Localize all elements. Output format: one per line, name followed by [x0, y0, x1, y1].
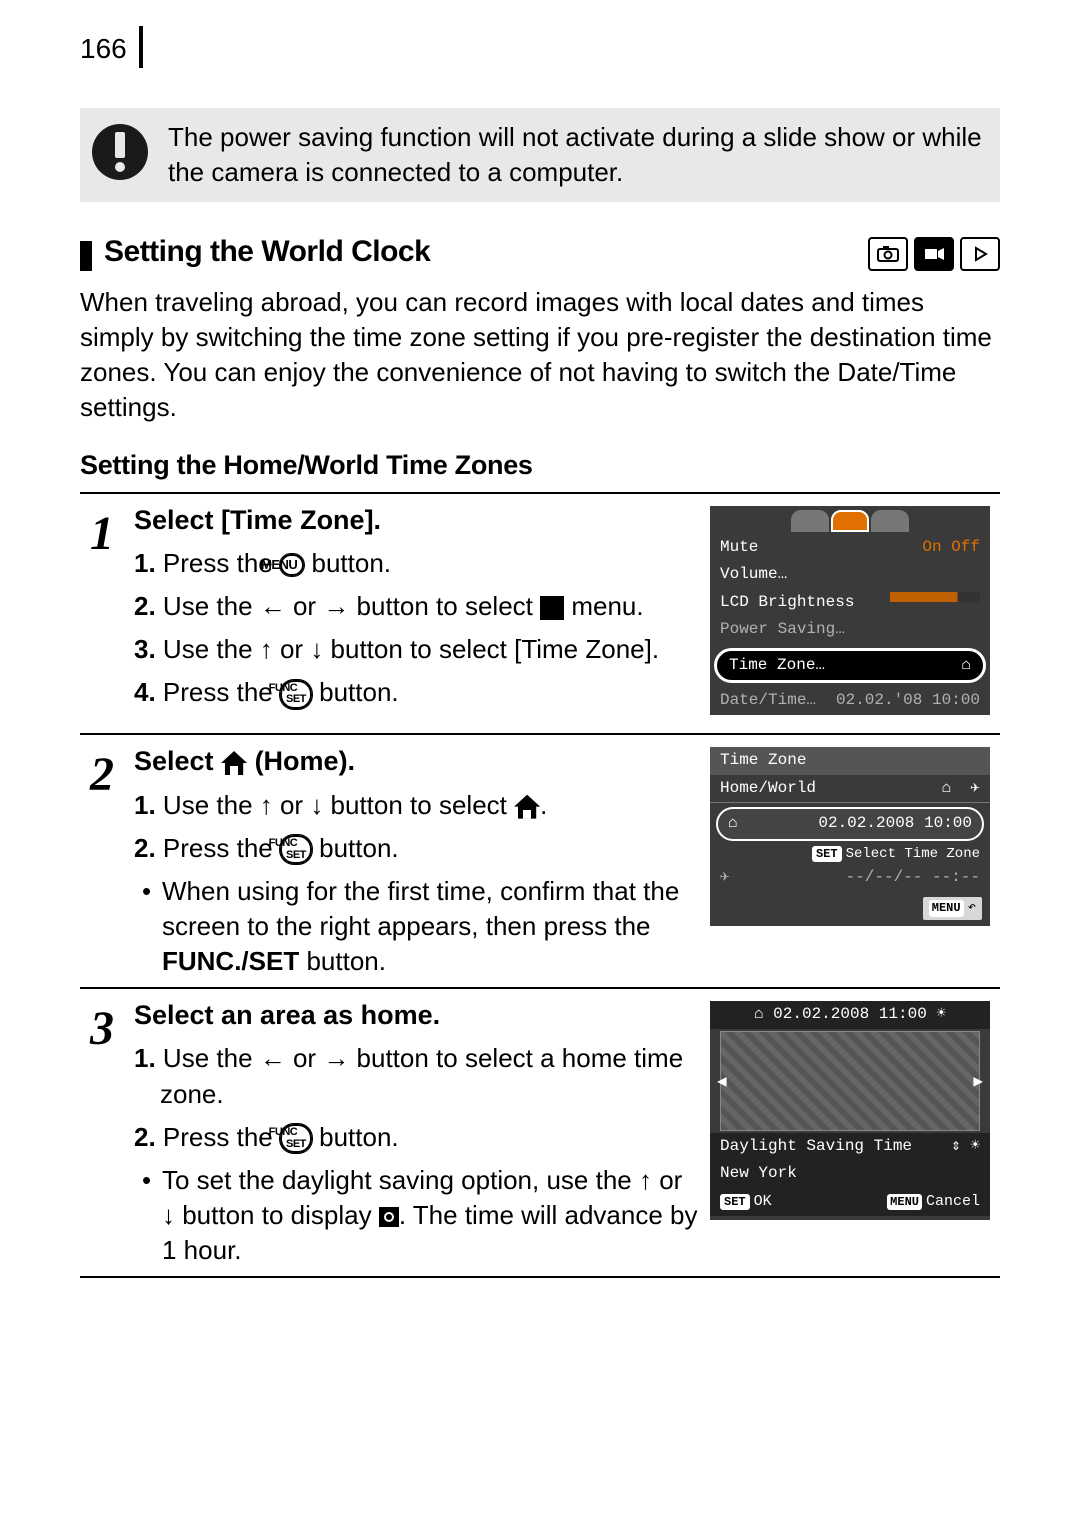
movie-mode-icon: [914, 237, 954, 271]
dst-toggle-icon: ⇕ ☀: [951, 1136, 980, 1158]
subheading: Setting the Home/World Time Zones: [80, 447, 1000, 483]
setup-tab-icon: [540, 596, 564, 620]
lcd2-home-row-highlight: ⌂ 02.02.2008 10:00: [716, 807, 984, 841]
intro-paragraph: When traveling abroad, you can record im…: [80, 285, 1000, 425]
step-number-3: 3: [80, 988, 124, 1277]
step-row-3: 3 ⌂ 02.02.2008 11:00 ☀ ◀▶ Daylight Savin…: [80, 988, 1000, 1277]
section-marker: [80, 241, 92, 271]
home-icon: [514, 795, 540, 819]
lcd-brightness-label: LCD Brightness: [720, 592, 854, 614]
steps-table: 1 Mute On Off Volume… LCD Brightness Powe…: [80, 492, 1000, 1278]
lcd-time-zone-highlight: Time Zone… ⌂: [714, 648, 986, 684]
section-title: Setting the World Clock: [104, 232, 430, 273]
lcd2-home-world: Home/World: [720, 778, 816, 800]
mode-icons-group: [868, 237, 1000, 271]
lcd-tab-tools-icon: [871, 510, 909, 532]
page-divider: [139, 26, 143, 68]
warning-text: The power saving function will not activ…: [168, 120, 984, 190]
home-icon: ⌂: [961, 655, 971, 677]
warning-box: The power saving function will not activ…: [80, 108, 1000, 202]
section-header: Setting the World Clock: [80, 232, 1000, 273]
lcd-datetime-value: 02.02.'08 10:00: [836, 690, 980, 712]
home-icon: [221, 751, 247, 775]
step2-note: When using for the first time, confirm t…: [134, 874, 990, 979]
step-number-2: 2: [80, 734, 124, 988]
playback-mode-icon: [960, 237, 1000, 271]
lcd-tab-camera-icon: [791, 510, 829, 532]
page-number: 166: [80, 30, 139, 68]
lcd-screenshot-1: Mute On Off Volume… LCD Brightness Power …: [710, 506, 990, 716]
step-row-2: 2 Time Zone Home/World ⌂ ✈ ⌂ 02.02.2008 1…: [80, 734, 1000, 988]
lcd3-dst-label: Daylight Saving Time: [720, 1136, 912, 1158]
lcd-power-saving: Power Saving…: [720, 619, 845, 641]
step-body-1: Mute On Off Volume… LCD Brightness Power …: [124, 493, 1000, 735]
funcset-button-icon: FUNCSET: [280, 680, 312, 709]
step3-note: To set the daylight saving option, use t…: [134, 1163, 990, 1268]
lcd-volume: Volume…: [720, 564, 787, 586]
lcd-brightness-bar: [890, 592, 980, 602]
lcd-tab-setup-icon: [831, 510, 869, 532]
airplane-icon: ⌂ ✈: [942, 778, 980, 800]
sun-icon: ☀: [936, 1004, 946, 1026]
home-icon: ⌂: [754, 1004, 764, 1026]
page-header: 166: [80, 30, 1000, 68]
lcd-datetime-label: Date/Time…: [720, 690, 816, 712]
lcd-tz-label: Time Zone…: [729, 655, 825, 677]
camera-mode-icon: [868, 237, 908, 271]
warning-icon: [92, 124, 148, 180]
funcset-button-icon: FUNCSET: [280, 835, 312, 864]
step-body-2: Time Zone Home/World ⌂ ✈ ⌂ 02.02.2008 10:…: [124, 734, 1000, 988]
lcd-onoff: On Off: [922, 537, 980, 559]
step-row-1: 1 Mute On Off Volume… LCD Brightness Powe…: [80, 493, 1000, 735]
step-number-1: 1: [80, 493, 124, 735]
step-body-3: ⌂ 02.02.2008 11:00 ☀ ◀▶ Daylight Saving …: [124, 988, 1000, 1277]
lcd3-date: 02.02.2008 11:00: [773, 1004, 927, 1026]
menu-button-icon: MENU: [280, 554, 304, 576]
lcd2-select-hint: SETSelect Time Zone: [710, 845, 990, 864]
lcd-mute: Mute: [720, 537, 758, 559]
lcd2-home-date: 02.02.2008 10:00: [818, 813, 972, 835]
lcd2-title: Time Zone: [710, 747, 990, 775]
world-map-icon: ◀▶: [720, 1031, 980, 1131]
sun-icon: [379, 1207, 399, 1227]
funcset-button-icon: FUNCSET: [280, 1124, 312, 1153]
home-icon: ⌂: [728, 813, 738, 835]
